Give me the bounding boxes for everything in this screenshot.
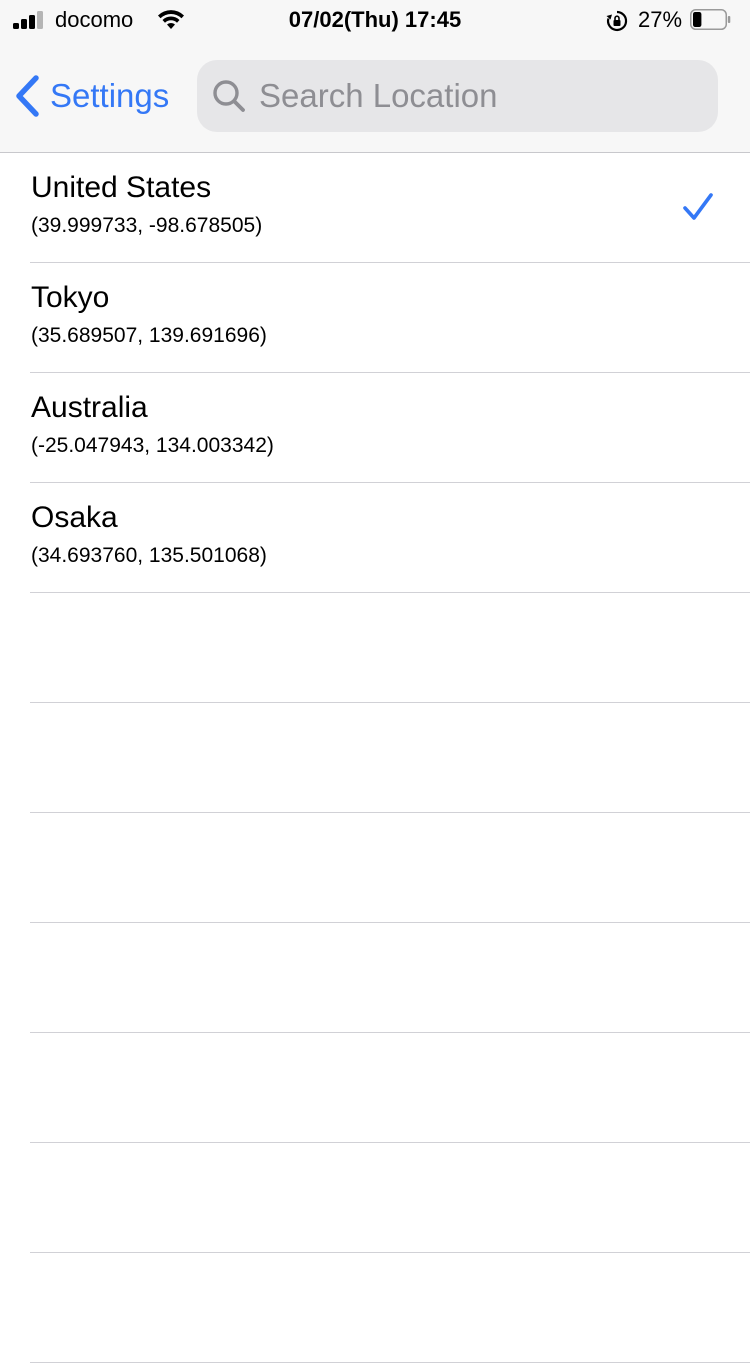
location-name: United States xyxy=(31,171,212,204)
empty-row xyxy=(30,593,750,703)
location-coordinates: (34.693760, 135.501068) xyxy=(31,544,267,567)
empty-row xyxy=(30,923,750,1033)
empty-row xyxy=(30,813,750,923)
empty-row xyxy=(30,1143,750,1253)
back-button[interactable]: Settings xyxy=(14,70,169,122)
location-coordinates: (35.689507, 139.691696) xyxy=(31,324,267,347)
location-coordinates: (39.999733, -98.678505) xyxy=(31,214,263,237)
location-row-tokyo[interactable]: Tokyo (35.689507, 139.691696) xyxy=(30,263,750,373)
location-name: Tokyo xyxy=(31,281,110,314)
battery-percent: 27% xyxy=(638,7,683,32)
location-coordinates: (-25.047943, 134.003342) xyxy=(31,434,274,457)
orientation-lock-icon xyxy=(606,10,628,32)
empty-row xyxy=(30,703,750,813)
location-name: Osaka xyxy=(31,501,118,534)
empty-row xyxy=(30,1033,750,1143)
location-row-australia[interactable]: Australia (-25.047943, 134.003342) xyxy=(30,373,750,483)
checkmark-icon xyxy=(683,193,713,220)
chevron-left-icon xyxy=(16,75,39,117)
location-row-united-states[interactable]: United States (39.999733, -98.678505) xyxy=(30,153,750,263)
search-icon xyxy=(213,80,245,112)
location-row-osaka[interactable]: Osaka (34.693760, 135.501068) xyxy=(30,483,750,593)
location-name: Australia xyxy=(31,391,148,424)
empty-row xyxy=(30,1253,750,1363)
back-button-label: Settings xyxy=(50,77,170,114)
navigation-bar: Settings xyxy=(0,40,750,153)
search-field[interactable] xyxy=(197,60,718,132)
battery-icon xyxy=(690,9,731,30)
search-input[interactable] xyxy=(259,77,699,115)
status-bar: docomo 07/02(Thu) 17:45 27% xyxy=(0,0,750,40)
location-list: United States (39.999733, -98.678505) To… xyxy=(0,153,750,1363)
